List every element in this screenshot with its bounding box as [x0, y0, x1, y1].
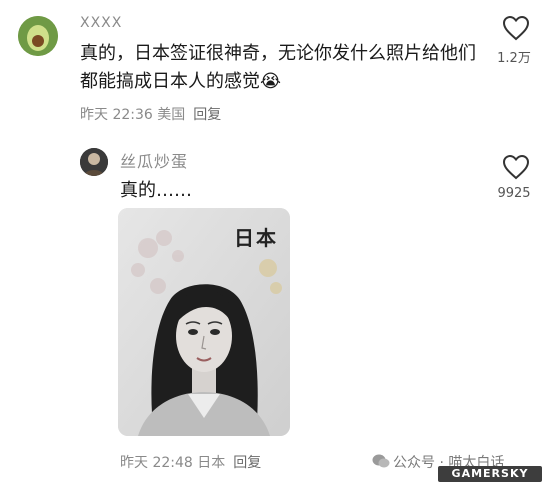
- gamersky-logo: GAMERSKY: [438, 466, 542, 482]
- comment-image[interactable]: 日本: [118, 208, 290, 436]
- avatar-avocado[interactable]: [18, 16, 58, 56]
- comment-text: 真的……: [120, 180, 192, 201]
- reply-button[interactable]: 回复: [193, 107, 221, 123]
- avocado-icon: [18, 16, 58, 56]
- comment-meta: 昨天 22:36 美国 回复: [80, 104, 221, 124]
- reply-button[interactable]: 回复: [233, 455, 261, 471]
- comment-time: 昨天 22:36 美国: [80, 107, 186, 123]
- passport-label: 日本: [234, 226, 278, 250]
- comment-text: 真的，日本签证很神奇，无论你发什么照片给他们都能搞成日本人的感觉😭: [80, 43, 476, 92]
- user-avatar-icon: [80, 148, 108, 176]
- comment-time: 昨天 22:48 日本: [120, 455, 226, 471]
- like-count: 1.2万: [497, 51, 531, 66]
- like-count: 9925: [497, 186, 531, 201]
- heart-icon: [498, 154, 534, 180]
- avatar-user[interactable]: [80, 148, 108, 176]
- heart-icon: [498, 15, 534, 41]
- username[interactable]: 丝瓜炒蛋: [120, 148, 188, 172]
- like-button[interactable]: 9925: [497, 154, 534, 201]
- like-button[interactable]: 1.2万: [497, 15, 534, 66]
- wechat-icon: [372, 453, 390, 469]
- comment-meta: 昨天 22:48 日本 回复: [120, 452, 261, 472]
- username[interactable]: XXXX: [80, 15, 122, 31]
